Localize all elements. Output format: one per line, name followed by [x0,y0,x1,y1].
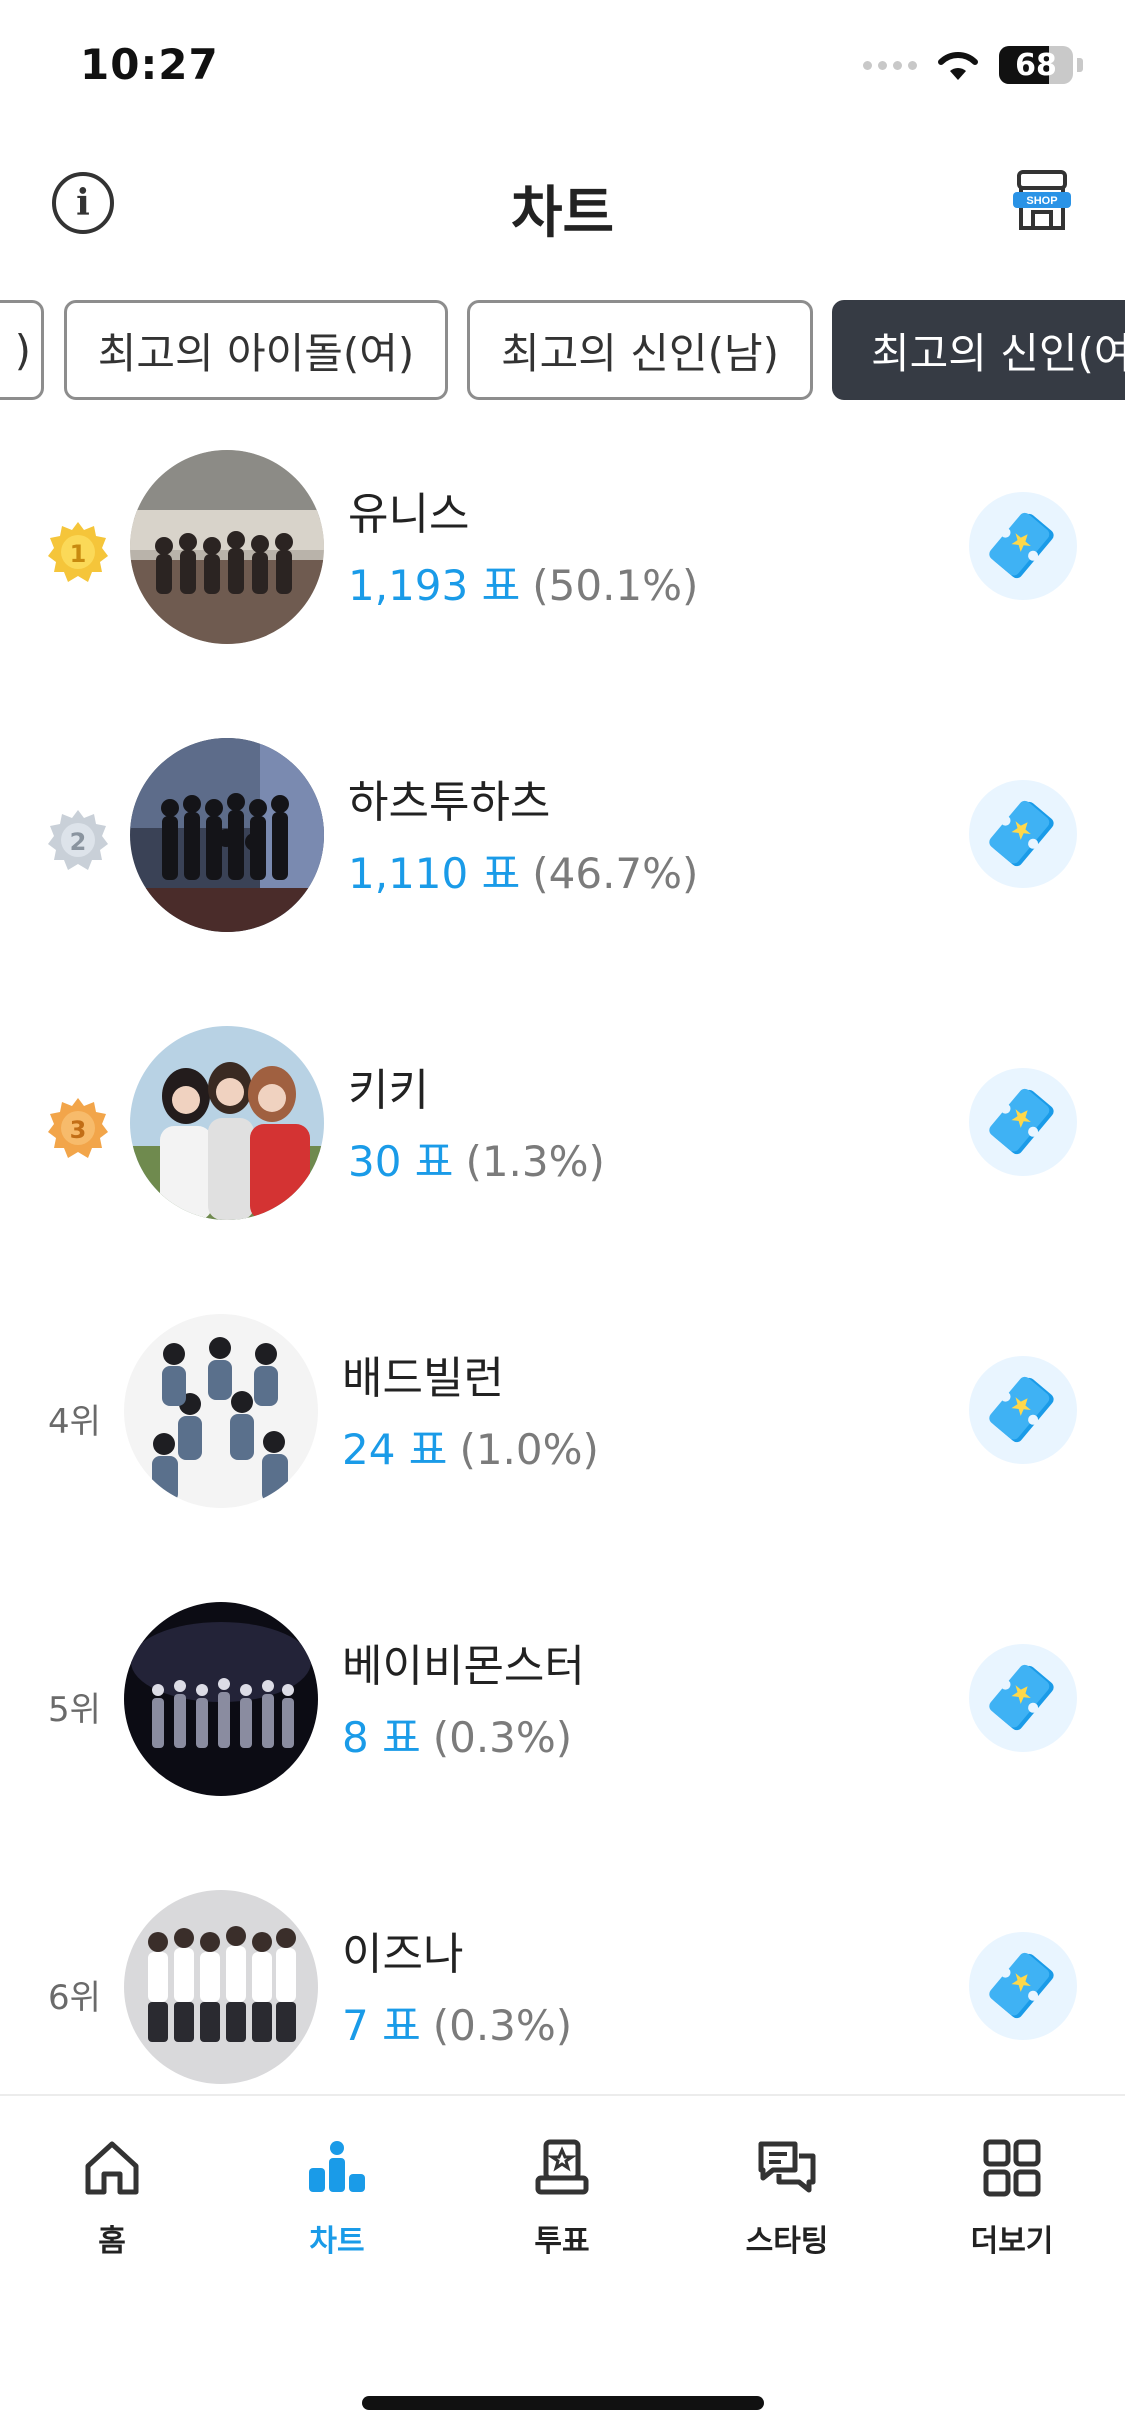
vote-count: 24 표 [342,1425,448,1474]
battery-level: 68 [1015,47,1057,83]
artist-name: 베이비몬스터 [342,1641,585,1692]
nav-vote[interactable]: 투표 [482,2136,642,2260]
svg-text:2: 2 [70,828,87,856]
nav-label: 홈 [98,2224,126,2259]
artist-avatar [130,738,324,932]
tab-best-rookie-female[interactable]: 최고의 신인(여) [832,300,1125,400]
chat-icon [758,2141,816,2193]
nav-starting[interactable]: 스타팅 [707,2136,867,2260]
ticket-icon [989,1664,1054,1731]
vote-summary: 8 표 (0.3%) [342,1704,572,1765]
status-indicators: 68 [863,46,1083,84]
nav-label: 차트 [309,2224,365,2259]
vote-ticket-button[interactable] [969,492,1077,600]
status-bar: 10:27 68 [0,0,1125,140]
nav-label: 더보기 [970,2224,1054,2259]
category-tabs: ) 최고의 아이돌(여) 최고의 신인(남) 최고의 신인(여) [0,300,1125,404]
vote-ticket-button[interactable] [969,780,1077,888]
artist-avatar [130,450,324,644]
tab-previous[interactable]: ) [0,300,44,400]
artist-name: 키키 [348,1065,429,1116]
shop-icon[interactable]: SHOP [1011,168,1073,234]
nav-label: 스타팅 [745,2224,829,2259]
vote-percent: (1.3%) [465,1137,605,1186]
chart-row[interactable]: 2 하츠투하츠 1,110 표 (46.7%) [0,718,1125,1006]
home-icon [85,2141,139,2195]
vote-count: 1,110 표 [348,849,521,898]
vote-ticket-button[interactable] [969,1644,1077,1752]
vote-ticket-button[interactable] [969,1356,1077,1464]
wifi-icon [938,51,978,80]
vote-percent: (1.0%) [459,1425,599,1474]
bottom-navigation: 홈 차트 투표 스타팅 더보기 [0,2094,1125,2294]
ticket-icon [989,800,1054,867]
vote-summary: 30 표 (1.3%) [348,1128,605,1189]
svg-text:3: 3 [70,1116,87,1144]
battery-icon: 68 [999,46,1073,84]
vote-ticket-button[interactable] [969,1932,1077,2040]
chart-icon [309,2141,365,2192]
gold-medal-icon: 1 [48,522,108,582]
artist-name: 이즈나 [342,1929,464,1980]
vote-percent: (50.1%) [532,561,699,610]
nav-home[interactable]: 홈 [32,2136,192,2260]
vote-count: 1,193 표 [348,561,521,610]
artist-name: 유니스 [348,489,470,540]
artist-name: 하츠투하츠 [348,777,551,828]
vote-count: 7 표 [342,2001,421,2050]
grid-icon [983,2139,1041,2197]
svg-text:1: 1 [70,540,87,568]
svg-text:SHOP: SHOP [1026,195,1057,207]
home-indicator[interactable] [362,2396,764,2410]
ticket-icon [989,1376,1054,1443]
chart-row[interactable]: 4위 배드빌런 24 표 (1.0%) [0,1294,1125,1582]
artist-avatar [124,1890,318,2084]
vote-count: 8 표 [342,1713,421,1762]
vote-summary: 24 표 (1.0%) [342,1416,599,1477]
artist-name: 배드빌런 [342,1353,504,1404]
artist-avatar [124,1602,318,1796]
app-header: i 차트 SHOP [0,150,1125,260]
chart-row[interactable]: 5위 베이비몬스터 8 표 (0.3%) [0,1582,1125,1870]
tab-best-idol-female[interactable]: 최고의 아이돌(여) [64,300,448,400]
vote-summary: 7 표 (0.3%) [342,1992,572,2053]
chart-row[interactable]: 1 유니스 1,193 표 (50.1%) [0,430,1125,718]
rank-label: 4위 [48,1402,101,1442]
nav-label: 투표 [534,2224,590,2259]
cellular-signal-icon [863,60,917,70]
vote-count: 30 표 [348,1137,454,1186]
artist-avatar [124,1314,318,1508]
vote-summary: 1,193 표 (50.1%) [348,552,698,613]
vote-ticket-button[interactable] [969,1068,1077,1176]
bronze-medal-icon: 3 [48,1098,108,1158]
tab-best-rookie-male[interactable]: 최고의 신인(남) [467,300,813,400]
silver-medal-icon: 2 [48,810,108,870]
status-time: 10:27 [80,40,219,89]
vote-summary: 1,110 표 (46.7%) [348,840,698,901]
vote-icon [535,2139,589,2195]
vote-percent: (0.3%) [432,2001,573,2050]
rank-label: 5위 [48,1690,101,1730]
vote-percent: (0.3%) [432,1713,573,1762]
artist-avatar [130,1026,324,1220]
nav-chart[interactable]: 차트 [257,2136,417,2260]
rank-label: 6위 [48,1978,101,2018]
ticket-icon [989,1952,1054,2019]
page-title: 차트 [510,181,615,246]
ticket-icon [989,1088,1054,1155]
chart-row[interactable]: 3 키키 30 표 (1.3%) [0,1006,1125,1294]
ticket-icon [989,512,1054,579]
vote-percent: (46.7%) [532,849,699,898]
nav-more[interactable]: 더보기 [932,2136,1092,2260]
